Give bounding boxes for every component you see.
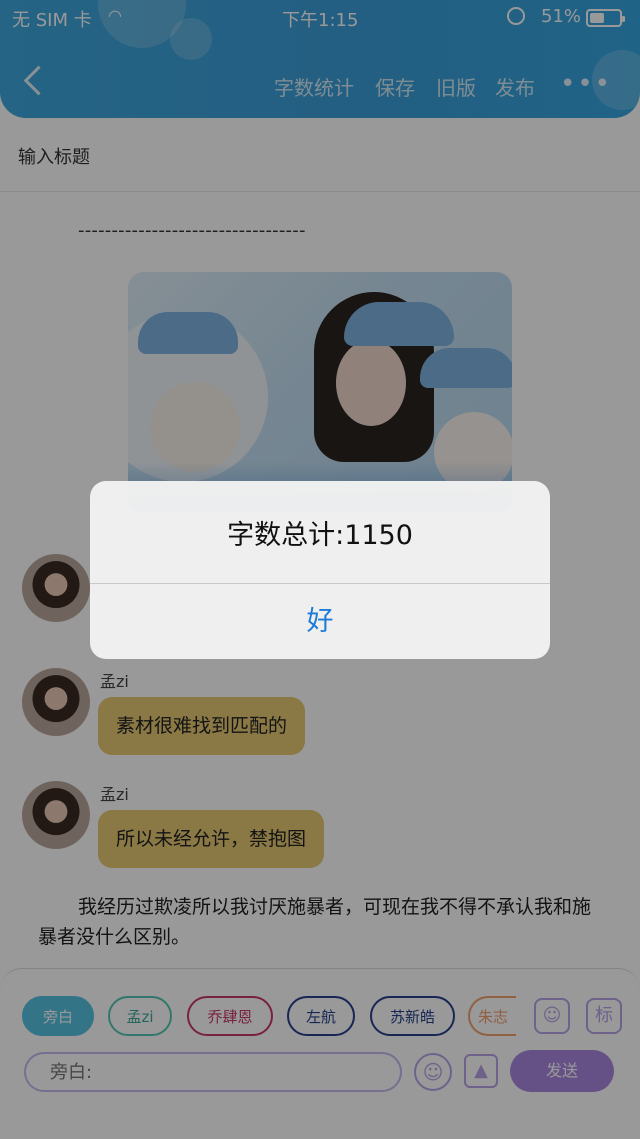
alert-message: 字数总计:1150 — [227, 520, 413, 551]
word-count-alert: 字数总计:1150 好 — [90, 481, 550, 659]
alert-ok-button[interactable]: 好 — [90, 584, 550, 659]
